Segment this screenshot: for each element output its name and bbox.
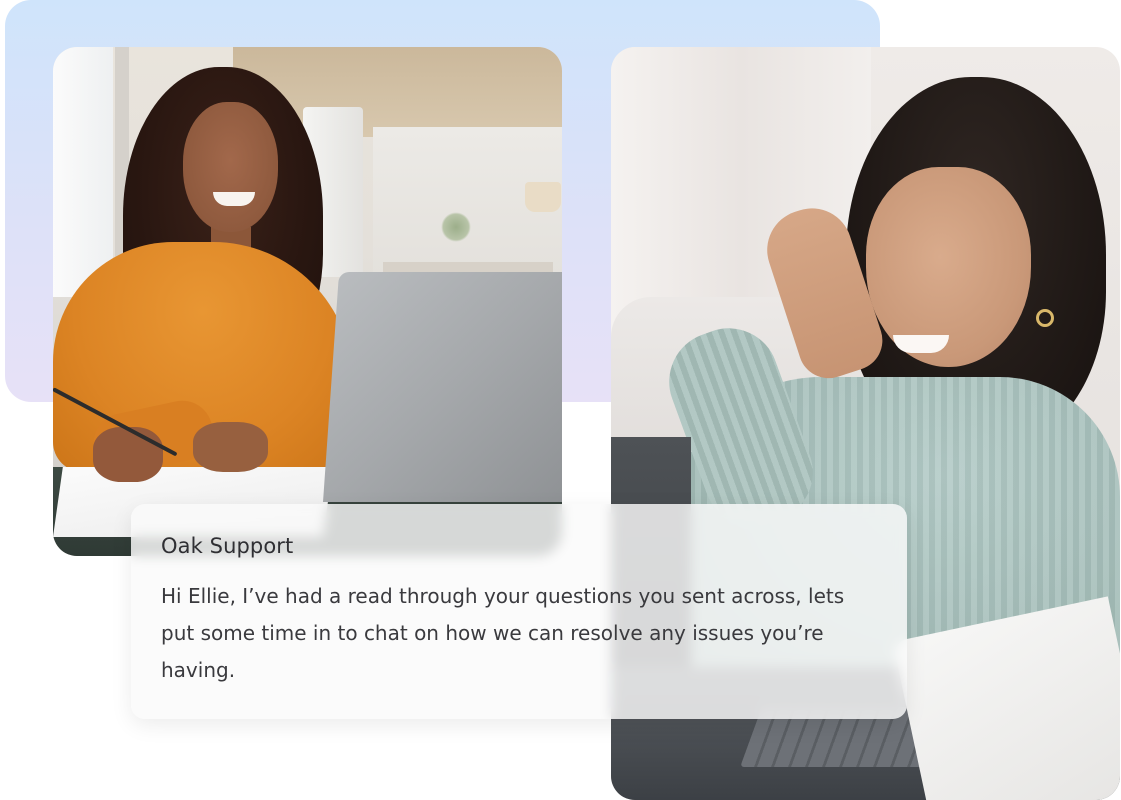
- photo-lamp: [525, 182, 561, 212]
- chat-message-card: Oak Support Hi Ellie, I’ve had a read th…: [131, 504, 907, 719]
- photo-hand: [93, 427, 163, 482]
- photo-plant: [441, 212, 471, 242]
- photo-woman-orange-sweater: [53, 47, 562, 556]
- photo-laptop: [323, 272, 562, 502]
- photo-earring: [1036, 309, 1054, 327]
- photo-face: [183, 102, 278, 232]
- photo-hand: [193, 422, 268, 472]
- photo-window: [53, 47, 113, 297]
- chat-message-text: Hi Ellie, I’ve had a read through your q…: [161, 584, 845, 682]
- chat-sender-name: Oak Support: [161, 534, 294, 558]
- hero-stage: Oak Support Hi Ellie, I’ve had a read th…: [0, 0, 1121, 800]
- photo-shelf: [383, 262, 553, 272]
